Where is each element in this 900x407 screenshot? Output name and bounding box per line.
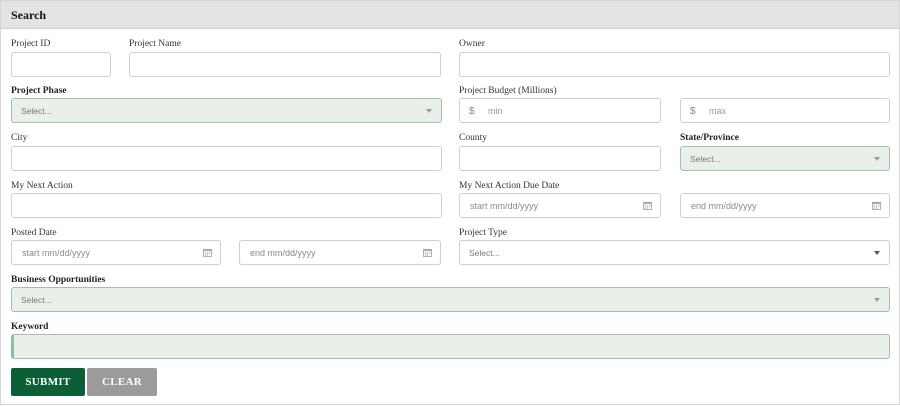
panel-title: Search xyxy=(11,8,47,22)
state-province-label: State/Province xyxy=(680,133,739,143)
search-panel: Search Project ID Project Name Owner Pro… xyxy=(0,0,900,405)
due-date-label: My Next Action Due Date xyxy=(459,181,560,191)
project-name-label: Project Name xyxy=(129,39,181,49)
due-date-start-input[interactable]: start mm/dd/yyyy xyxy=(459,193,661,218)
chevron-down-icon xyxy=(874,298,880,302)
state-province-select[interactable]: Select... xyxy=(680,146,890,171)
calendar-icon[interactable] xyxy=(872,201,881,210)
clear-button[interactable]: CLEAR xyxy=(87,368,157,396)
business-opportunities-label: Business Opportunities xyxy=(11,275,106,285)
budget-min-placeholder: min xyxy=(488,106,503,116)
keyword-input[interactable] xyxy=(11,334,890,359)
project-type-selected: Select... xyxy=(469,248,500,258)
owner-label: Owner xyxy=(459,39,485,49)
chevron-down-icon xyxy=(874,251,880,255)
due-date-start-placeholder: start mm/dd/yyyy xyxy=(470,201,539,211)
calendar-icon[interactable] xyxy=(643,201,652,210)
project-name-input[interactable] xyxy=(129,52,441,77)
business-opportunities-select[interactable]: Select... xyxy=(11,287,890,312)
due-date-end-placeholder: end mm/dd/yyyy xyxy=(691,201,757,211)
budget-max-input[interactable]: $ max xyxy=(680,98,890,123)
chevron-down-icon xyxy=(874,157,880,161)
panel-header: Search xyxy=(1,1,899,29)
posted-date-start-input[interactable]: start mm/dd/yyyy xyxy=(11,240,221,265)
county-label: County xyxy=(459,133,487,143)
calendar-icon[interactable] xyxy=(203,248,212,257)
city-label: City xyxy=(11,133,28,143)
posted-date-start-placeholder: start mm/dd/yyyy xyxy=(22,248,91,258)
my-next-action-label: My Next Action xyxy=(11,181,73,191)
posted-date-label: Posted Date xyxy=(11,228,57,238)
city-input[interactable] xyxy=(11,146,442,171)
budget-min-input[interactable]: $ min xyxy=(459,98,661,123)
project-phase-label: Project Phase xyxy=(11,86,67,96)
my-next-action-input[interactable] xyxy=(11,193,442,218)
project-type-select[interactable]: Select... xyxy=(459,240,890,265)
project-phase-select[interactable]: Select... xyxy=(11,98,442,123)
project-id-label: Project ID xyxy=(11,39,51,49)
state-province-selected: Select... xyxy=(690,154,721,164)
posted-date-end-placeholder: end mm/dd/yyyy xyxy=(250,248,316,258)
budget-max-placeholder: max xyxy=(709,106,727,116)
business-opportunities-selected: Select... xyxy=(21,295,52,305)
calendar-icon[interactable] xyxy=(423,248,432,257)
dollar-icon: $ xyxy=(469,106,475,117)
posted-date-end-input[interactable]: end mm/dd/yyyy xyxy=(239,240,441,265)
project-id-input[interactable] xyxy=(11,52,111,77)
project-type-label: Project Type xyxy=(459,228,507,238)
submit-button[interactable]: SUBMIT xyxy=(11,368,85,396)
project-phase-selected: Select... xyxy=(21,106,52,116)
project-budget-label: Project Budget (Millions) xyxy=(459,86,557,96)
chevron-down-icon xyxy=(426,109,432,113)
owner-input[interactable] xyxy=(459,52,890,77)
county-input[interactable] xyxy=(459,146,661,171)
due-date-end-input[interactable]: end mm/dd/yyyy xyxy=(680,193,890,218)
keyword-label: Keyword xyxy=(11,322,49,332)
dollar-icon: $ xyxy=(690,106,696,117)
